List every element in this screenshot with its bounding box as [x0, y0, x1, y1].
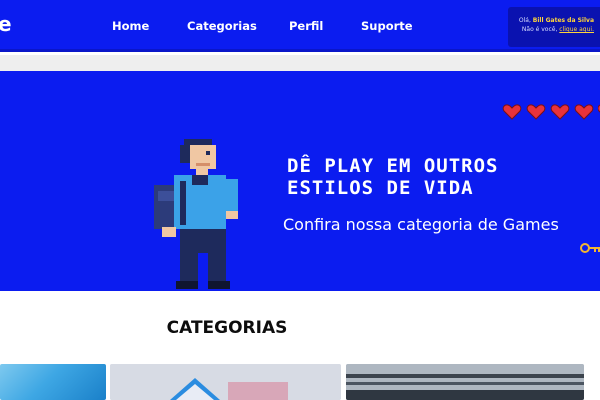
top-navbar: e Home Categorias Perfil Suporte Olá, Bi… [0, 0, 600, 52]
header-spacer [0, 55, 600, 71]
hero-title-line-1: DÊ PLAY EM OUTROS [287, 155, 499, 177]
hero-title-line-2: ESTILOS DE VIDA [287, 177, 474, 199]
category-card-image [110, 364, 341, 400]
category-card-image [346, 364, 584, 400]
nav-perfil[interactable]: Perfil [289, 19, 323, 33]
switch-user-link[interactable]: clique aqui. [559, 26, 594, 33]
category-card[interactable] [0, 364, 106, 400]
nav-categorias[interactable]: Categorias [187, 19, 257, 33]
user-greeting-box: Olá, Bill Gates da Silva Não é você, cli… [508, 7, 600, 47]
heart-icon [502, 104, 522, 120]
heart-icon [526, 104, 546, 120]
heart-icon [550, 104, 570, 120]
categories-heading: CATEGORIAS [166, 318, 288, 338]
nav-suporte[interactable]: Suporte [361, 19, 413, 33]
category-card[interactable] [110, 364, 341, 400]
nav-home[interactable]: Home [112, 19, 149, 33]
hero-subtitle: Confira nossa categoria de Games [283, 215, 559, 234]
category-card[interactable] [346, 364, 584, 400]
user-name: Bill Gates da Silva [532, 17, 594, 24]
key-icon [580, 243, 600, 253]
not-you-text: Não é você, [521, 26, 560, 33]
greeting-text: Olá, [518, 17, 533, 24]
hero-banner[interactable]: DÊ PLAY EM OUTROS ESTILOS DE VIDA Confir… [0, 71, 600, 291]
heart-icon [574, 104, 594, 120]
hero-title: DÊ PLAY EM OUTROS ESTILOS DE VIDA [287, 155, 587, 199]
pixel-character-illustration [154, 139, 238, 289]
